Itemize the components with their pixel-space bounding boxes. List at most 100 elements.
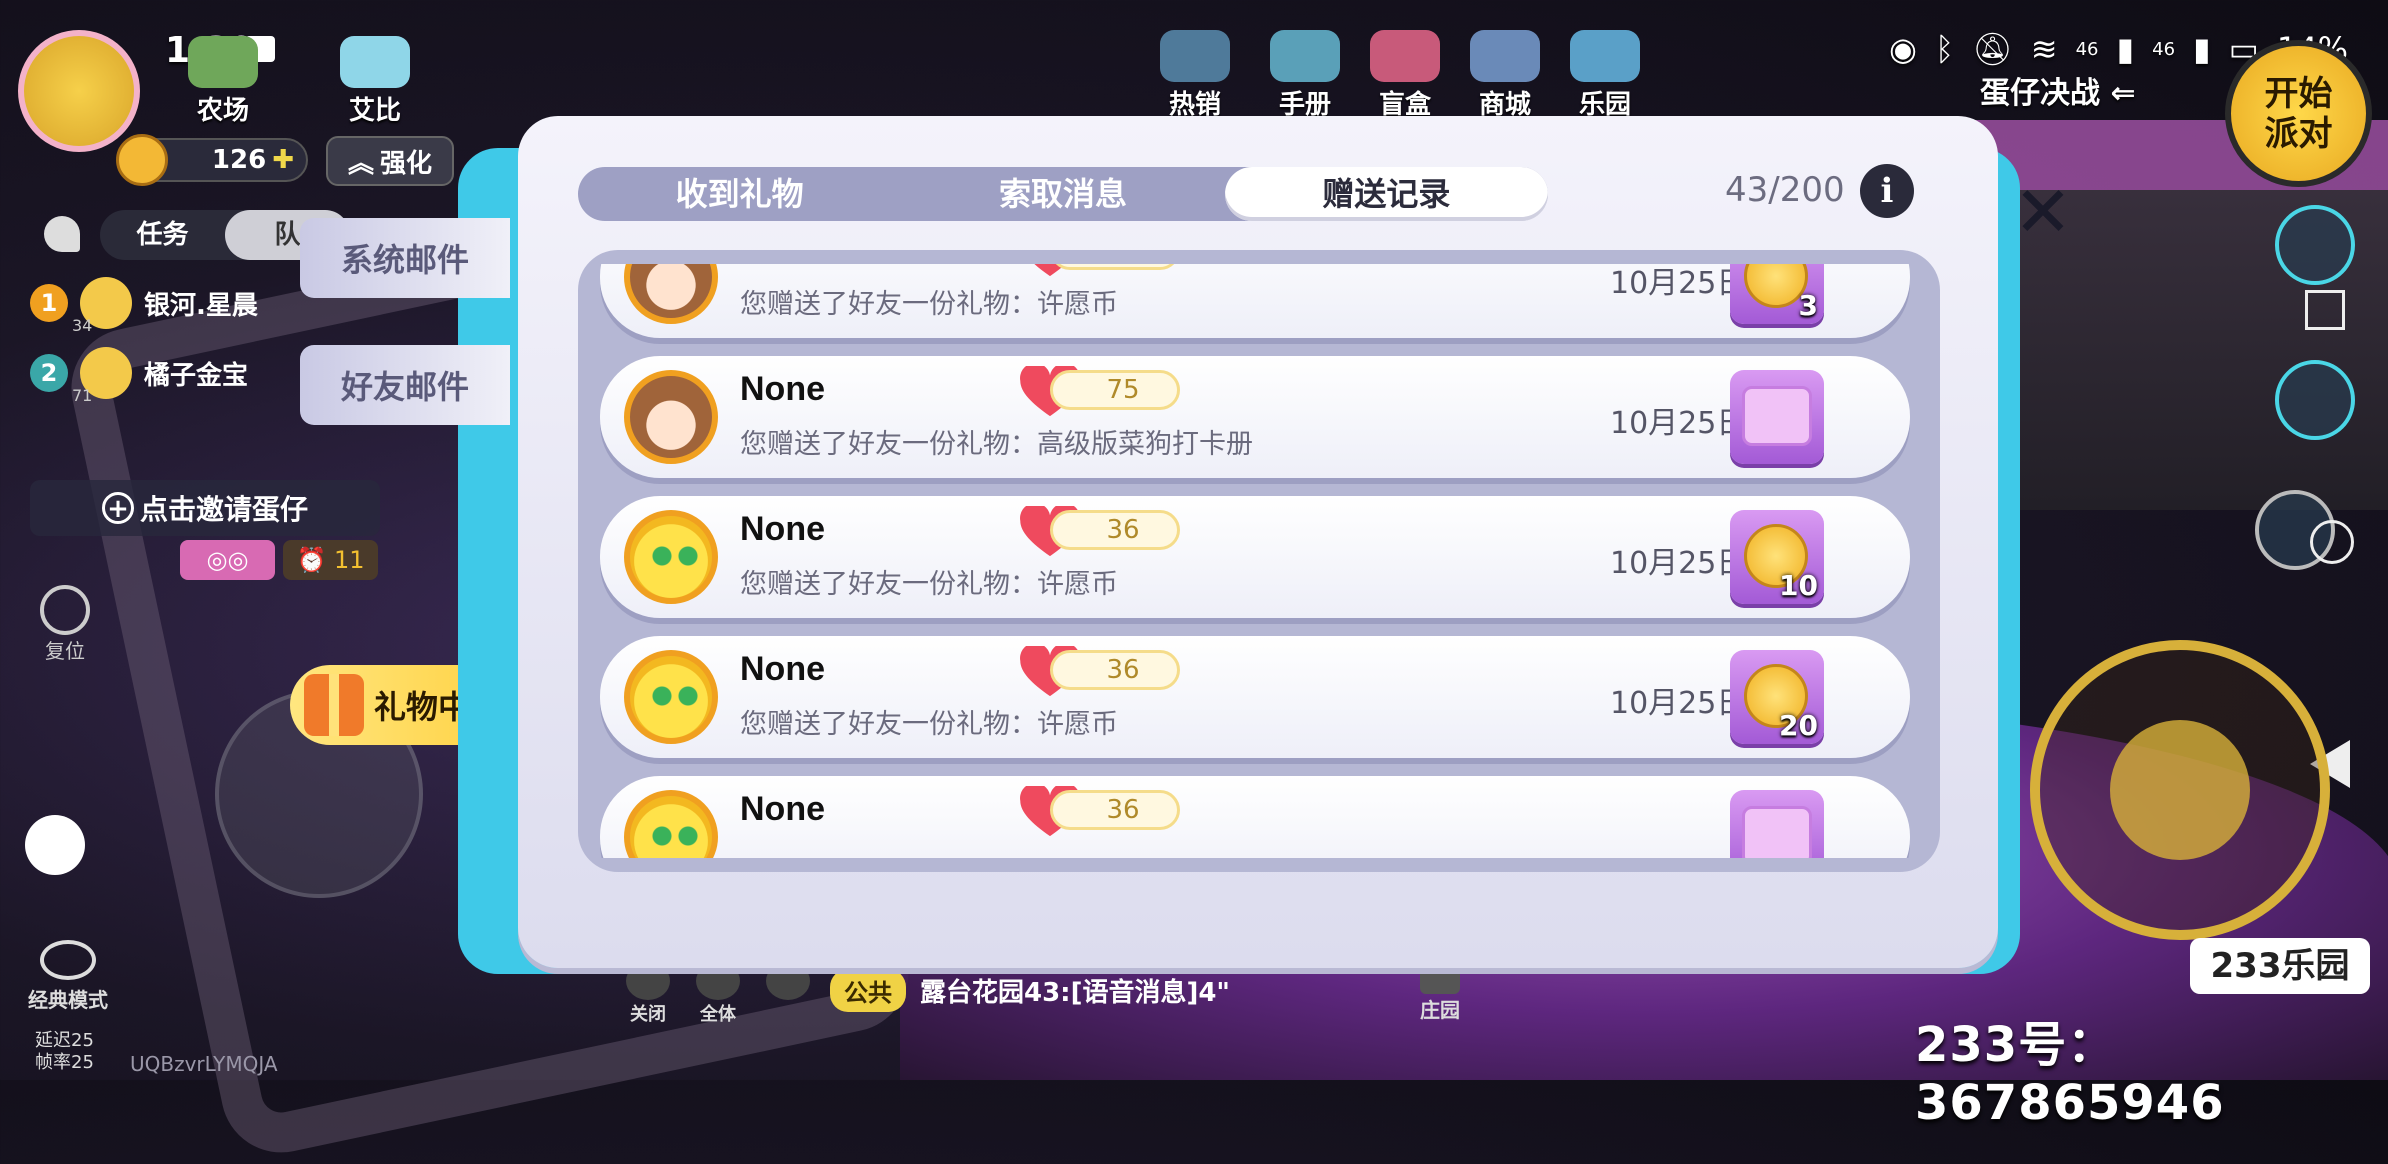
gift-item[interactable]: 20 — [1730, 650, 1824, 744]
close-button[interactable]: ✕ — [2003, 172, 2083, 252]
coin-icon — [116, 134, 168, 186]
rank-number: 2 — [30, 354, 68, 392]
record-date: 10月25日 — [1610, 546, 1747, 581]
record-date: 10月25日 — [1610, 406, 1747, 441]
classic-mode-label: 经典模式 — [28, 988, 108, 1012]
reset-label: 复位 — [45, 639, 85, 663]
record-row[interactable]: None 36 — [600, 776, 1910, 858]
hot-icon — [1160, 30, 1230, 82]
tab-requests[interactable]: 索取消息 — [901, 167, 1224, 221]
record-list[interactable]: None 75 您赠送了好友一份礼物：许愿币 10月25日 3 None 75 … — [578, 250, 1940, 872]
chevron-up-icon: ︽ — [347, 148, 374, 179]
coin-counter[interactable]: 126 ✚ — [116, 134, 308, 186]
intimacy-value: 36 — [1050, 650, 1180, 690]
nav-park-button[interactable]: 乐园 — [1560, 30, 1650, 120]
mail-tab-bar: 收到礼物 索取消息 赠送记录 — [578, 167, 1548, 221]
tab-system-mail[interactable]: 系统邮件 — [300, 218, 510, 298]
record-row[interactable]: None 75 您赠送了好友一份礼物：高级版菜狗打卡册 10月25日 — [600, 356, 1910, 478]
farm-icon — [188, 36, 258, 88]
record-date: 10月25日 — [1610, 266, 1747, 301]
pet-button[interactable]: 艾比 — [330, 36, 420, 126]
bluetooth-icon: ᛒ — [1934, 30, 1955, 68]
gift-item[interactable]: 3 — [1730, 264, 1824, 324]
gift-icon — [304, 674, 364, 736]
latency-info: 延迟25 帧率25 — [35, 1030, 94, 1074]
chat-toggle-icon[interactable] — [44, 216, 80, 252]
gift-item[interactable] — [1730, 790, 1824, 858]
timer-badge[interactable]: ⏰ 11 — [283, 540, 378, 580]
checkin-book-icon — [1742, 806, 1812, 858]
record-row[interactable]: None 36 您赠送了好友一份礼物：许愿币 10月25日 20 — [600, 636, 1910, 758]
glasses-badge[interactable]: ◎◎ — [180, 540, 275, 580]
action-button[interactable] — [2030, 640, 2330, 940]
friend-avatar — [624, 370, 718, 464]
gift-item[interactable]: 10 — [1730, 510, 1824, 604]
gift-description: 您赠送了好友一份礼物：许愿币 — [740, 709, 1118, 740]
account-id: 233号： 367865946 — [1915, 1017, 2225, 1131]
friend-avatar — [624, 510, 718, 604]
system-mail-label: 系统邮件 — [340, 241, 469, 279]
reset-button[interactable]: 复位 — [30, 585, 100, 664]
battle-button[interactable]: 蛋仔决战 ⇐ — [1980, 68, 2200, 118]
friend-name: None — [740, 650, 825, 688]
nav-handbook-button[interactable]: 手册 — [1260, 30, 1350, 120]
tab-received-gifts[interactable]: 收到礼物 — [578, 167, 901, 221]
player-avatar[interactable] — [18, 30, 140, 152]
record-row[interactable]: None 75 您赠送了好友一份礼物：许愿币 10月25日 3 — [600, 264, 1910, 338]
intimacy-value: 36 — [1050, 510, 1180, 550]
cube-button[interactable] — [2275, 205, 2355, 285]
friend-name: None — [740, 264, 825, 269]
add-coin-icon[interactable]: ✚ — [272, 145, 294, 175]
gift-item[interactable] — [1730, 370, 1824, 464]
gift-description: 您赠送了好友一份礼物：高级版菜狗打卡册 — [740, 429, 1253, 460]
pet-icon — [340, 36, 410, 88]
start-party-button[interactable]: 开始派对 — [2225, 40, 2372, 187]
chat-message: 露台花园43:[语音消息]4" — [920, 977, 1230, 1008]
timer-count: 11 — [333, 546, 365, 574]
farm-button[interactable]: 农场 — [178, 36, 268, 126]
arrow-left-icon: ⇐ — [2110, 76, 2136, 111]
nav-blindbox-button[interactable]: 盲盒 — [1360, 30, 1450, 120]
signal-icon-2: ▮ — [2193, 30, 2211, 68]
intimacy-value: 75 — [1050, 264, 1180, 270]
park-icon — [1570, 30, 1640, 82]
plus-icon: + — [101, 492, 134, 524]
friend-avatar — [624, 790, 718, 858]
checkin-book-icon — [1742, 386, 1812, 446]
alarm-icon: ⏰ — [296, 546, 334, 574]
farm-label: 农场 — [196, 96, 249, 126]
friend-name: None — [740, 790, 825, 828]
record-count: 43/200 — [1725, 170, 1845, 210]
tab-tasks[interactable]: 任务 — [100, 210, 225, 260]
recents-nav-icon[interactable] — [2305, 290, 2345, 330]
tab-friend-mail[interactable]: 好友邮件 — [300, 345, 510, 425]
app-logo: 233乐园 — [2190, 938, 2370, 994]
invite-button[interactable]: + 点击邀请蛋仔 — [30, 480, 380, 536]
gift-quantity: 20 — [1779, 709, 1818, 742]
latency-label: 延迟25 — [35, 1030, 94, 1051]
home-nav-icon[interactable] — [2310, 520, 2354, 564]
rank-level: 34 — [72, 316, 93, 335]
nav-shop-button[interactable]: 商城 — [1460, 30, 1550, 120]
record-list-viewport[interactable]: None 75 您赠送了好友一份礼物：许愿币 10月25日 3 None 75 … — [600, 264, 1918, 858]
shop-icon — [1470, 30, 1540, 82]
classic-mode-button[interactable]: 经典模式 — [18, 940, 118, 1013]
rank-name: 橘子金宝 — [144, 360, 249, 391]
swap-button[interactable] — [2275, 360, 2355, 440]
info-button[interactable]: i — [1860, 164, 1914, 218]
coin-amount: 126 — [211, 145, 267, 175]
floating-home-button[interactable] — [25, 815, 85, 875]
intimacy-value: 36 — [1050, 790, 1180, 830]
nav-hot-button[interactable]: 热销 — [1150, 30, 1240, 120]
channel-tag[interactable]: 公共 — [830, 968, 906, 1012]
upgrade-button[interactable]: ︽ 强化 — [326, 136, 454, 186]
manor-label: 庄园 — [1420, 998, 1460, 1022]
friend-avatar — [624, 264, 718, 324]
record-row[interactable]: None 36 您赠送了好友一份礼物：许愿币 10月25日 10 — [600, 496, 1910, 618]
gift-description: 您赠送了好友一份礼物：许愿币 — [740, 569, 1118, 600]
invite-label: 点击邀请蛋仔 — [139, 493, 308, 526]
gift-description: 您赠送了好友一份礼物：许愿币 — [740, 289, 1118, 320]
tab-sent-records[interactable]: 赠送记录 — [1224, 167, 1548, 221]
record-date: 10月25日 — [1610, 686, 1747, 721]
wifi-icon: ≋ — [2030, 30, 2058, 68]
